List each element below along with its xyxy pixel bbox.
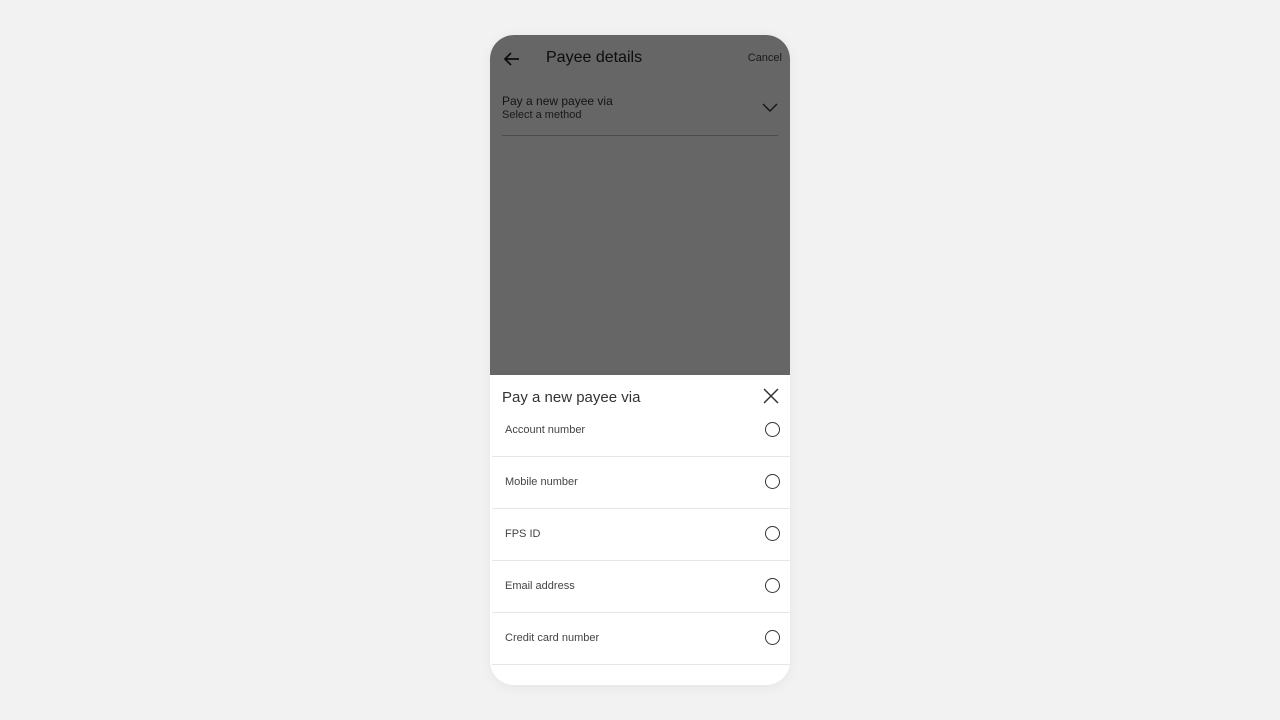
option-label: Mobile number [505, 476, 578, 488]
option-email-address[interactable]: Email address [492, 561, 790, 613]
radio-button[interactable] [765, 630, 780, 645]
option-mobile-number[interactable]: Mobile number [492, 457, 790, 509]
option-credit-card-number[interactable]: Credit card number [492, 613, 790, 665]
close-icon[interactable] [762, 387, 780, 405]
option-fps-id[interactable]: FPS ID [492, 509, 790, 561]
option-label: Account number [505, 424, 586, 436]
radio-button[interactable] [765, 526, 780, 541]
bottom-sheet: Pay a new payee via Account number Mobil… [490, 375, 790, 685]
radio-button[interactable] [765, 422, 780, 437]
phone-frame: Payee details Cancel Pay a new payee via… [490, 35, 790, 685]
option-account-number[interactable]: Account number [492, 405, 790, 457]
option-label: FPS ID [505, 528, 541, 540]
sheet-title: Pay a new payee via [502, 389, 641, 406]
option-label: Email address [505, 580, 575, 592]
radio-button[interactable] [765, 578, 780, 593]
modal-backdrop[interactable] [490, 35, 790, 375]
method-options: Account number Mobile number FPS ID Emai… [492, 405, 790, 665]
radio-button[interactable] [765, 474, 780, 489]
option-label: Credit card number [505, 632, 600, 644]
